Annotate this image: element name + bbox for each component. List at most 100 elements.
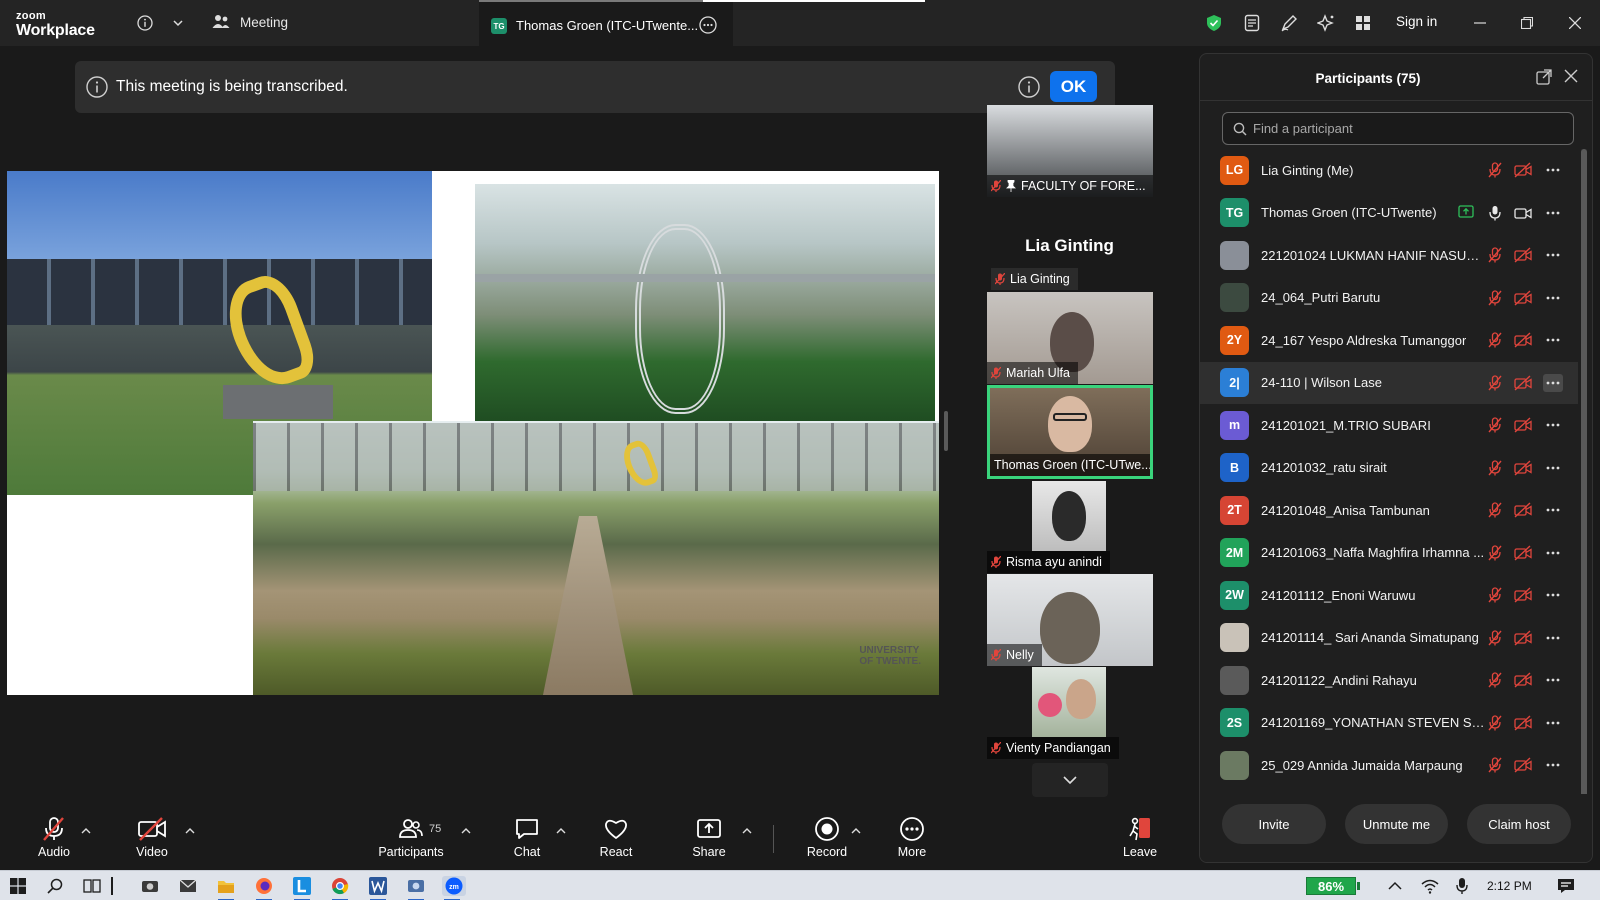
invite-button[interactable]: Invite [1222,804,1326,844]
record-button[interactable]: Record [806,806,848,870]
shield-icon[interactable] [1203,12,1225,34]
video-tile[interactable]: Risma ayu anindi [987,481,1153,573]
leave-button[interactable]: Leave [1121,806,1159,870]
participant-row[interactable]: 2W 241201112_Enoni Waruwu [1200,574,1578,617]
participant-row[interactable]: 2Y 24_167 Yespo Aldreska Tumanggor [1200,319,1578,362]
more-options-icon[interactable] [1543,501,1563,519]
more-options-icon[interactable] [1543,289,1563,307]
audio-button[interactable]: Audio [30,806,78,870]
task-view-icon[interactable] [82,876,102,896]
unmute-me-button[interactable]: Unmute me [1345,804,1448,844]
windows-start-icon[interactable] [8,876,28,896]
participants-options-caret[interactable] [461,822,471,840]
more-options-icon[interactable] [1543,629,1563,647]
record-options-caret[interactable] [851,822,861,840]
video-button[interactable]: Video [127,806,177,870]
video-tile-active-speaker[interactable]: Thomas Groen (ITC-UTwe... [987,385,1153,479]
participant-row[interactable]: LG Lia Ginting (Me) [1200,149,1578,192]
participant-search[interactable] [1222,112,1574,145]
firefox-icon[interactable] [254,876,274,900]
clock[interactable]: 2:12 PM [1487,879,1532,893]
more-options-icon[interactable] [1543,331,1563,349]
participant-row[interactable]: 2| 24-110 | Wilson Lase [1200,361,1578,404]
video-options-caret[interactable] [185,822,195,840]
info-icon[interactable] [134,12,156,34]
share-tab[interactable]: TG Thomas Groen (ITC-UTwente... [479,0,733,46]
info-icon[interactable] [1018,76,1040,103]
participant-row[interactable]: TG Thomas Groen (ITC-UTwente) [1200,192,1578,235]
zoom-app-icon[interactable]: zm [442,876,466,900]
more-options-icon[interactable] [1543,373,1563,392]
close-icon[interactable] [1564,69,1578,88]
more-options-icon[interactable] [1543,246,1563,264]
participant-row[interactable]: 2T 241201048_Anisa Tambunan [1200,489,1578,532]
minimize-icon[interactable] [1469,12,1491,34]
more-options-icon[interactable] [699,16,717,39]
claim-host-button[interactable]: Claim host [1467,804,1571,844]
search-icon[interactable] [45,876,65,896]
video-tile[interactable]: Nelly [987,574,1153,666]
mail-app-icon[interactable] [178,876,198,896]
meeting-menu[interactable]: Meeting [212,14,288,30]
word-icon[interactable] [368,876,388,900]
participant-row[interactable]: 241201114_ Sari Ananda Simatupang [1200,617,1578,660]
video-tile[interactable]: FACULTY OF FORE... [987,105,1153,197]
participant-row[interactable]: 241201122_Andini Rahayu [1200,659,1578,702]
participant-row[interactable]: B 241201032_ratu sirait [1200,447,1578,490]
gallery-scroll-down-button[interactable] [1032,763,1108,797]
chat-button[interactable]: Chat [510,806,544,870]
l-app-icon[interactable] [292,876,312,900]
more-options-icon[interactable] [1543,459,1563,477]
scrollbar-thumb[interactable] [1581,149,1587,799]
share-options-caret[interactable] [742,822,752,840]
participant-row[interactable]: 221201024 LUKMAN HANIF NASUTI... [1200,234,1578,277]
close-icon[interactable] [1564,12,1586,34]
notes-icon[interactable] [1241,12,1263,34]
participant-row[interactable]: 2S 241201169_YONATHAN STEVEN SAT... [1200,702,1578,745]
gallery-resize-handle[interactable] [944,411,948,451]
participant-list-scrollbar[interactable] [1581,149,1587,862]
pop-out-icon[interactable] [1536,69,1552,90]
participant-row[interactable]: D [1200,787,1578,794]
more-options-icon[interactable] [1543,586,1563,604]
more-options-icon[interactable] [1543,416,1563,434]
wifi-icon[interactable] [1420,876,1440,896]
ai-companion-icon[interactable] [1315,12,1337,34]
more-options-icon[interactable] [1543,756,1563,774]
more-options-icon[interactable] [1543,161,1563,179]
video-tile[interactable]: Mariah Ulfa [987,292,1153,384]
panel-divider [1200,100,1592,101]
more-options-icon[interactable] [1543,544,1563,562]
camera-app-icon[interactable] [140,876,160,896]
chat-options-caret[interactable] [556,822,566,840]
photos-app-icon[interactable] [406,876,426,900]
participant-row[interactable]: 25_029 Annida Jumaida Marpaung [1200,744,1578,787]
search-input[interactable] [1253,121,1553,136]
more-options-icon[interactable] [1543,714,1563,732]
audio-options-caret[interactable] [81,822,91,840]
video-gallery: FACULTY OF FORE... Lia Ginting Lia Ginti… [985,105,1154,805]
file-explorer-icon[interactable] [216,876,236,900]
more-button[interactable]: More [893,806,931,870]
apps-grid-icon[interactable] [1352,12,1374,34]
microphone-icon[interactable] [1452,876,1472,896]
share-button[interactable]: Share [690,806,728,870]
chevron-down-icon[interactable] [167,12,189,34]
ok-button[interactable]: OK [1050,71,1097,102]
react-button[interactable]: React [597,806,635,870]
sign-in-link[interactable]: Sign in [1396,14,1437,29]
participant-row[interactable]: 24_064_Putri Barutu [1200,277,1578,320]
more-options-icon[interactable] [1543,204,1563,222]
whiteboard-pen-icon[interactable] [1278,12,1300,34]
video-tile[interactable]: Vienty Pandiangan [987,667,1153,759]
battery-indicator[interactable]: 86% [1306,877,1356,895]
more-options-icon[interactable] [1543,671,1563,689]
participants-button[interactable]: Participants [374,806,448,870]
participant-face [1066,679,1096,719]
notifications-icon[interactable] [1556,876,1576,896]
chevron-up-icon[interactable] [1385,876,1405,896]
restore-icon[interactable] [1516,12,1538,34]
participant-row[interactable]: m 241201021_M.TRIO SUBARI [1200,404,1578,447]
participant-row[interactable]: 2M 241201063_Naffa Maghfira Irhamna ... [1200,532,1578,575]
chrome-icon[interactable] [330,876,350,900]
